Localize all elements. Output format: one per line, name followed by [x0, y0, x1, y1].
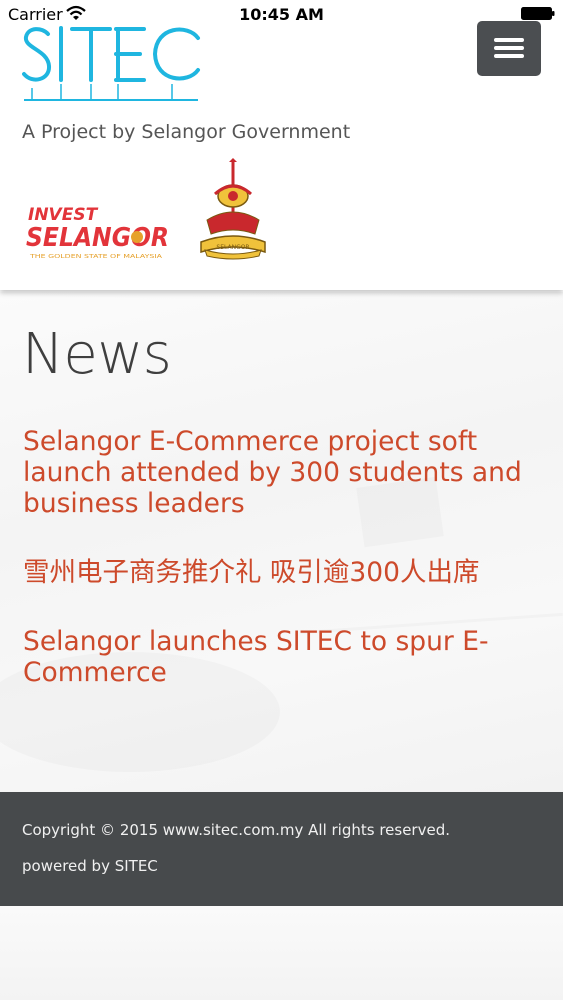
news-link[interactable]: Selangor launches SITEC to spur E-Commer…: [23, 626, 543, 688]
news-list: Selangor E-Commerce project soft launch …: [23, 426, 543, 726]
news-link[interactable]: 雪州电子商务推介礼 吸引逾300人出席: [23, 557, 543, 588]
copyright-text: Copyright © 2015 www.sitec.com.my All ri…: [22, 821, 450, 839]
news-section: News Selangor E-Commerce project soft la…: [0, 292, 563, 792]
selangor-crest-logo: SELANGOR: [200, 158, 266, 260]
site-footer: Copyright © 2015 www.sitec.com.my All ri…: [0, 792, 563, 906]
menu-button[interactable]: [477, 21, 541, 76]
battery-icon: [521, 7, 555, 20]
page-title: News: [22, 322, 172, 387]
tagline: A Project by Selangor Government: [22, 121, 351, 143]
invest-selangor-logo[interactable]: INVEST SELANGOR THE GOLDEN STATE OF MALA…: [26, 204, 171, 266]
invest-logo-line1: INVEST: [28, 205, 99, 225]
site-header: A Project by Selangor Government INVEST …: [0, 0, 563, 290]
status-time: 10:45 AM: [239, 5, 324, 24]
invest-logo-line2: SELANGOR: [26, 223, 169, 253]
invest-logo-subtitle: THE GOLDEN STATE OF MALAYSIA: [29, 254, 163, 260]
powered-by-text: powered by SITEC: [22, 857, 158, 875]
page-bottom-background: [0, 906, 563, 1000]
news-link[interactable]: Selangor E-Commerce project soft launch …: [23, 426, 543, 519]
crest-label: SELANGOR: [216, 244, 249, 251]
sitec-logo[interactable]: [22, 24, 204, 104]
app-screen: A Project by Selangor Government INVEST …: [0, 0, 563, 1000]
status-bar: Carrier 10:45 AM: [0, 0, 563, 28]
